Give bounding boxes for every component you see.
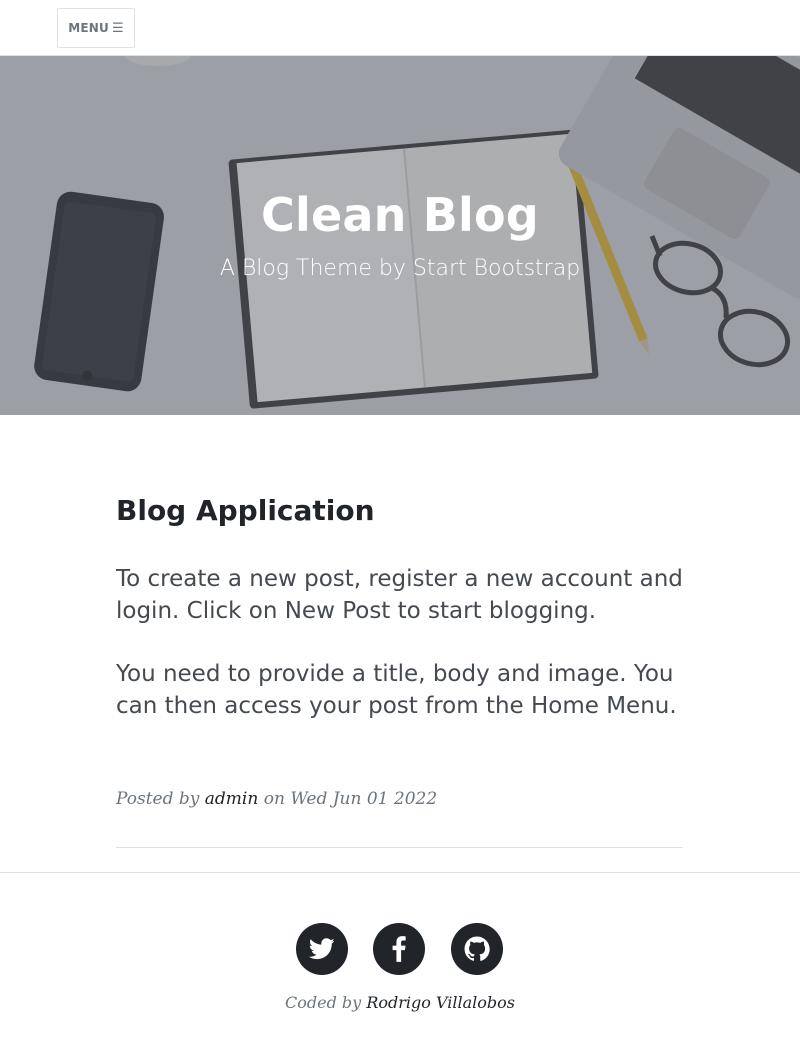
facebook-icon	[392, 936, 406, 962]
post-paragraph: You need to provide a title, body and im…	[116, 661, 677, 719]
site-subtitle: A Blog Theme by Start Bootstrap	[219, 256, 581, 281]
credit-author: Rodrigo Villalobos	[366, 993, 515, 1012]
credit-prefix: Coded by	[285, 993, 362, 1012]
footer: Coded by Rodrigo Villalobos	[0, 872, 800, 1054]
github-link[interactable]	[451, 923, 503, 975]
date-prefix: on	[263, 789, 285, 809]
twitter-icon	[309, 938, 335, 960]
post-date: Wed Jun 01 2022	[290, 789, 438, 809]
post-author-link[interactable]: admin	[205, 789, 259, 809]
post-divider	[116, 847, 683, 848]
post-title[interactable]: Blog Application	[116, 494, 375, 527]
menu-label: MENU	[68, 21, 109, 35]
post-paragraph: To create a new post, register a new acc…	[116, 566, 683, 624]
posted-by-label: Posted by	[116, 789, 200, 809]
menu-button[interactable]: MENU ☰	[57, 8, 135, 48]
navbar: MENU ☰	[0, 0, 800, 56]
github-icon	[464, 936, 490, 961]
hamburger-icon: ☰	[111, 20, 124, 36]
footer-credit: Coded by Rodrigo Villalobos	[0, 993, 800, 1012]
post-meta: Posted by admin on Wed Jun 01 2022	[116, 789, 437, 809]
masthead: Clean Blog A Blog Theme by Start Bootstr…	[0, 56, 800, 415]
site-title: Clean Blog	[261, 188, 539, 242]
twitter-link[interactable]	[296, 923, 348, 975]
facebook-link[interactable]	[373, 923, 425, 975]
